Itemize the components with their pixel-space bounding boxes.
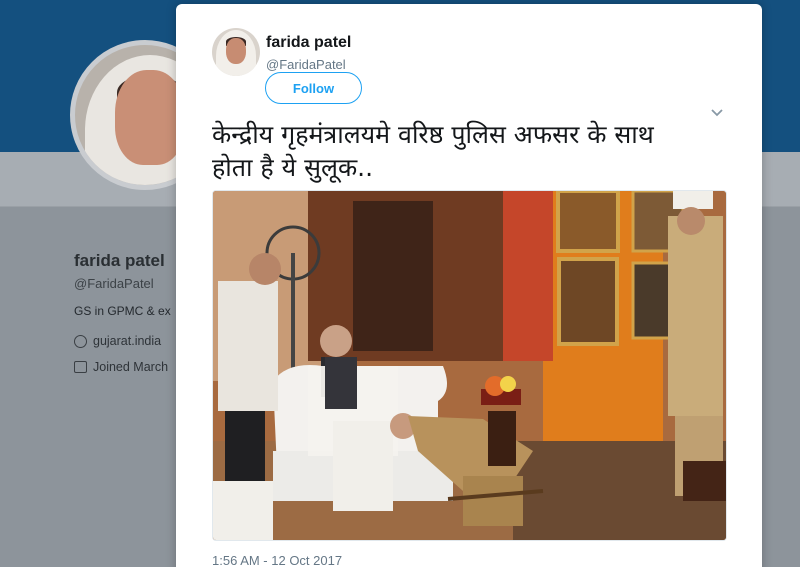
profile-bio: GS in GPMC & ex [74,304,171,318]
profile-joined-label: Joined March [93,360,169,374]
profile-name: farida patel [74,251,165,270]
tweet-photo-image [213,191,726,540]
tweet-text-line2: होता है ये सुलूक.. [212,153,374,182]
location-pin-icon [74,334,87,348]
tweet-modal: farida patel @FaridaPatel Follow केन्द्र… [176,4,762,567]
calendar-icon [74,361,87,373]
author-handle[interactable]: @FaridaPatel [266,57,346,72]
tweet-photo[interactable] [212,190,727,541]
profile-handle: @FaridaPatel [74,276,154,291]
tweet-text: केन्द्रीय गृहमंत्रालयमे वरिष्ठ पुलिस अफस… [212,118,732,184]
tweet-text-line1: केन्द्रीय गृहमंत्रालयमे वरिष्ठ पुलिस अफस… [212,120,654,149]
follow-button[interactable]: Follow [265,72,362,104]
profile-website[interactable]: gujarat.india [93,334,161,348]
profile-joined: Joined March [74,360,168,374]
tweet-timestamp[interactable]: 1:56 AM - 12 Oct 2017 [212,553,342,567]
author-name[interactable]: farida patel [266,34,351,52]
author-avatar[interactable] [212,28,260,76]
profile-location: gujarat.india [74,334,161,348]
